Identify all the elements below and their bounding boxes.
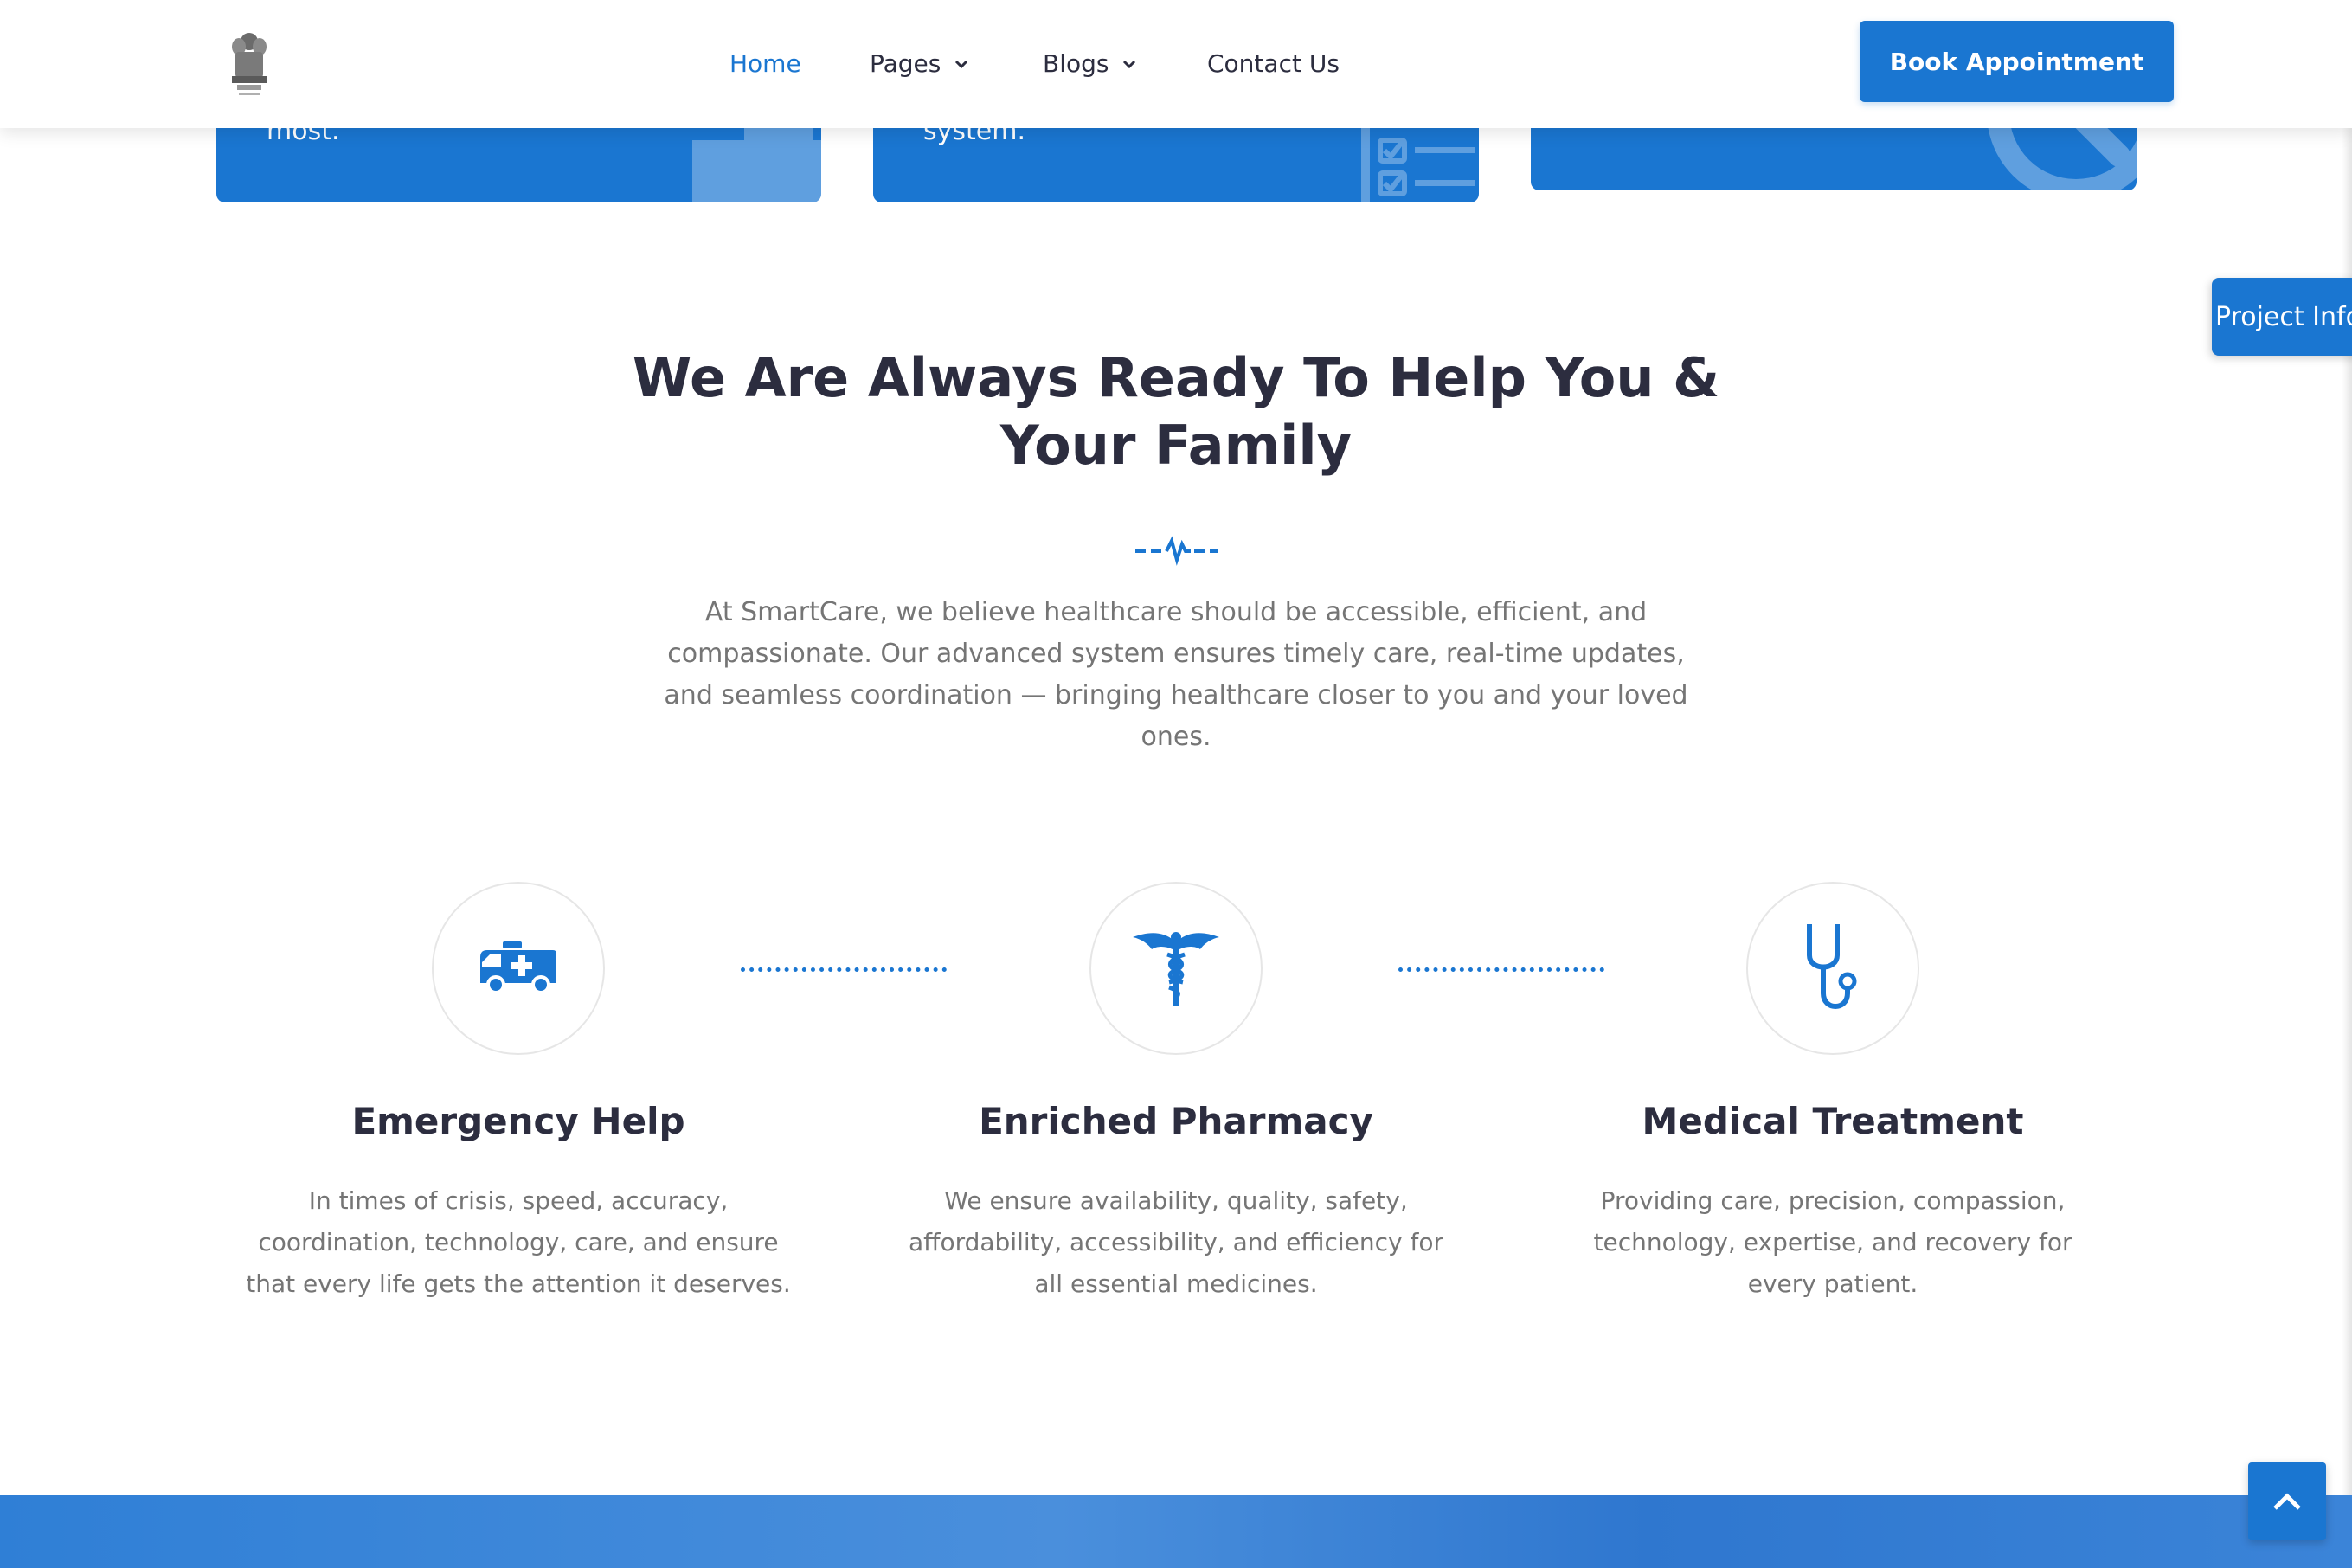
- connector-dots: [741, 967, 947, 973]
- heartbeat-icon: [1135, 536, 1218, 566]
- chevron-up-icon: [2273, 1493, 2301, 1510]
- nav-home-label: Home: [729, 49, 801, 78]
- emergency-icon-circle: [432, 882, 605, 1055]
- feature-title-pharmacy: Enriched Pharmacy: [979, 1100, 1373, 1142]
- nav-contact[interactable]: Contact Us: [1207, 47, 1340, 81]
- book-appointment-button[interactable]: Book Appointment: [1860, 21, 2174, 102]
- feature-text-emergency: In times of crisis, speed, accuracy, coo…: [246, 1186, 791, 1298]
- feature-text-pharmacy: We ensure availability, quality, safety,…: [909, 1186, 1443, 1298]
- project-info-tab[interactable]: Project Info: [2212, 278, 2352, 356]
- feature-title-emergency: Emergency Help: [351, 1100, 685, 1142]
- stethoscope-icon: [1807, 924, 1857, 1009]
- ambulance-icon: [480, 941, 556, 994]
- nav-blogs[interactable]: Blogs: [1043, 47, 1138, 81]
- nav-pages-label: Pages: [870, 49, 941, 78]
- section-title-line1: We Are Always Ready To Help You &: [632, 346, 1720, 409]
- nav-contact-label: Contact Us: [1207, 49, 1340, 78]
- page-edge-shadow: [2342, 0, 2352, 1568]
- nav-blogs-label: Blogs: [1043, 49, 1109, 78]
- ambulance-icon: [692, 123, 821, 202]
- site-header: Home Pages Blogs Contact Us Book Appoint…: [0, 0, 2352, 128]
- pharmacy-icon-circle: [1089, 882, 1263, 1055]
- section-description: At SmartCare, we believe healthcare shou…: [664, 597, 1688, 752]
- scroll-to-top-button[interactable]: [2248, 1462, 2326, 1540]
- section-title: We Are Always Ready To Help You & Your F…: [570, 344, 1782, 479]
- nav-home[interactable]: Home: [729, 47, 801, 81]
- checklist-icon: [1361, 128, 1475, 202]
- section-title-line2: Your Family: [999, 414, 1353, 477]
- nav-pages[interactable]: Pages: [870, 47, 970, 81]
- chevron-down-icon: [1123, 60, 1136, 69]
- caduceus-icon: [1133, 932, 1219, 1006]
- connector-dots: [1398, 967, 1604, 973]
- treatment-icon-circle: [1746, 882, 1919, 1055]
- feature-title-treatment: Medical Treatment: [1642, 1100, 2024, 1142]
- chevron-down-icon: [955, 60, 968, 69]
- feature-text-treatment: Providing care, precision, compassion, t…: [1593, 1186, 2072, 1298]
- next-section-banner: [0, 1495, 2352, 1568]
- national-emblem-icon[interactable]: [223, 29, 275, 99]
